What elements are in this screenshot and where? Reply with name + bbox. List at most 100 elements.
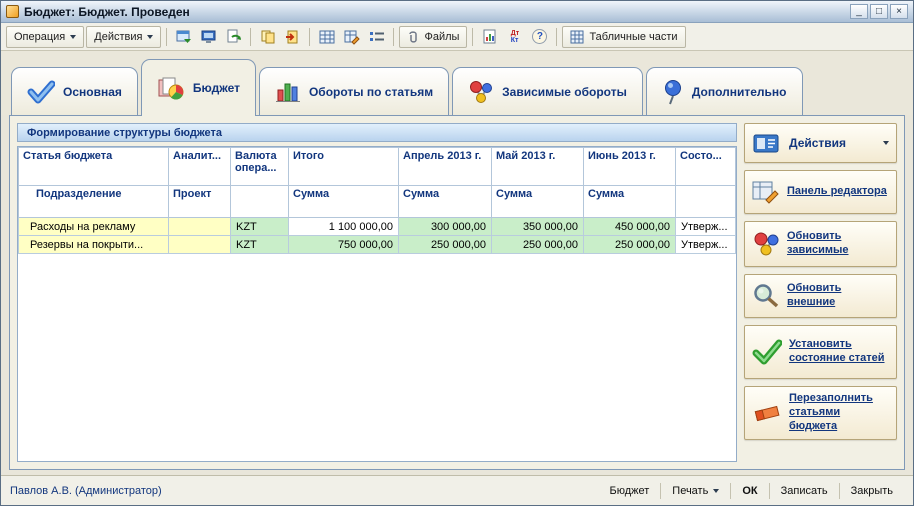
- cell-june[interactable]: 250 000,00: [584, 236, 676, 254]
- sidebar-actions-button[interactable]: Действия: [744, 123, 897, 163]
- col-header-sum-may[interactable]: Сумма: [492, 186, 584, 218]
- refresh-dependent-button[interactable]: Обновить зависимые: [744, 221, 897, 267]
- col-header-empty: [676, 186, 736, 218]
- table-icon: [319, 29, 335, 45]
- cell-june[interactable]: 450 000,00: [584, 218, 676, 236]
- sidebar-actions-label: Действия: [789, 136, 876, 150]
- tab-oboroty-po-statyam[interactable]: Обороты по статьям: [259, 67, 449, 115]
- files-label: Файлы: [424, 31, 459, 43]
- col-header-sum-june[interactable]: Сумма: [584, 186, 676, 218]
- paperclip-icon: [407, 30, 419, 44]
- list-setup-button[interactable]: [365, 26, 388, 48]
- col-header-currency[interactable]: Валюта опера...: [231, 148, 289, 186]
- budget-documents-icon: [157, 75, 185, 101]
- editor-panel-button[interactable]: Панель редактора: [744, 170, 897, 214]
- cell-status[interactable]: Утверж...: [676, 218, 736, 236]
- maximize-button[interactable]: □: [870, 4, 888, 19]
- refresh-document-button[interactable]: [222, 26, 245, 48]
- cell-may[interactable]: 350 000,00: [492, 218, 584, 236]
- table-edit-button[interactable]: [340, 26, 363, 48]
- bar-chart-icon: [275, 80, 301, 104]
- help-button[interactable]: ?: [528, 26, 551, 48]
- tab-byudzhet[interactable]: Бюджет: [141, 59, 256, 116]
- monitor-button[interactable]: [197, 26, 220, 48]
- toolbar-separator: [309, 28, 310, 46]
- col-header-total[interactable]: Итого: [289, 148, 399, 186]
- col-header-project[interactable]: Проект: [169, 186, 231, 218]
- copy-button[interactable]: [256, 26, 279, 48]
- col-header-june[interactable]: Июнь 2013 г.: [584, 148, 676, 186]
- col-header-sum-total[interactable]: Сумма: [289, 186, 399, 218]
- set-article-state-label: Установить состояние статей: [789, 338, 889, 366]
- cell-article[interactable]: Резервы на покрыти...: [19, 236, 169, 254]
- cell-april[interactable]: 250 000,00: [399, 236, 492, 254]
- magnifier-icon: [752, 283, 780, 309]
- cell-article[interactable]: Расходы на рекламу: [19, 218, 169, 236]
- titlebar: Бюджет: Бюджет. Проведен _ □ ×: [1, 1, 913, 23]
- pushpin-icon: [662, 79, 684, 105]
- col-header-subdivision[interactable]: Подразделение: [19, 186, 169, 218]
- tab-label: Бюджет: [193, 81, 240, 95]
- actions-label: Действия: [94, 31, 142, 43]
- tab-label: Дополнительно: [692, 85, 787, 99]
- actions-menu-button[interactable]: Действия: [86, 26, 161, 48]
- table-header-row-1: Статья бюджета Аналит... Валюта опера...…: [19, 148, 736, 186]
- operation-menu-button[interactable]: Операция: [6, 26, 84, 48]
- tab-dopolnitelno[interactable]: Дополнительно: [646, 67, 803, 115]
- tab-page-budget: Формирование структуры бюджета Статья бю…: [9, 115, 905, 470]
- budget-table-container[interactable]: Статья бюджета Аналит... Валюта опера...…: [17, 146, 737, 462]
- files-button[interactable]: Файлы: [399, 26, 467, 48]
- refresh-external-button[interactable]: Обновить внешние: [744, 274, 897, 318]
- refill-articles-label: Перезаполнить статьями бюджета: [789, 392, 889, 433]
- open-form-button[interactable]: [172, 26, 195, 48]
- set-article-state-button[interactable]: Установить состояние статей: [744, 325, 897, 379]
- close-button[interactable]: ×: [890, 4, 908, 19]
- refresh-dependent-label: Обновить зависимые: [787, 230, 889, 258]
- toolbar-separator: [472, 28, 473, 46]
- tab-zavisimye-oboroty[interactable]: Зависимые обороты: [452, 67, 643, 115]
- refill-articles-button[interactable]: Перезаполнить статьями бюджета: [744, 386, 897, 440]
- action-sidebar: Действия Панель редактора Обновить завис…: [744, 123, 897, 462]
- cell-status[interactable]: Утверж...: [676, 236, 736, 254]
- tabular-parts-label: Табличные части: [589, 31, 677, 43]
- paste-button[interactable]: [281, 26, 304, 48]
- minimize-button[interactable]: _: [850, 4, 868, 19]
- cell-total[interactable]: 750 000,00: [289, 236, 399, 254]
- table-row[interactable]: Резервы на покрыти... KZT 750 000,00 250…: [19, 236, 736, 254]
- cell-may[interactable]: 250 000,00: [492, 236, 584, 254]
- dtkt-icon: Дт Кт: [511, 30, 519, 44]
- main-toolbar: Операция Действия: [1, 23, 913, 51]
- table-row[interactable]: Расходы на рекламу KZT 1 100 000,00 300 …: [19, 218, 736, 236]
- operation-label: Операция: [14, 31, 65, 43]
- close-form-button[interactable]: Закрыть: [840, 483, 904, 499]
- cell-currency[interactable]: KZT: [231, 218, 289, 236]
- cell-total[interactable]: 1 100 000,00: [289, 218, 399, 236]
- ok-button[interactable]: ОК: [731, 483, 768, 499]
- cell-analytics[interactable]: [169, 218, 231, 236]
- budget-menu-button[interactable]: Бюджет: [598, 483, 660, 499]
- budget-table: Статья бюджета Аналит... Валюта опера...…: [18, 147, 736, 254]
- cell-april[interactable]: 300 000,00: [399, 218, 492, 236]
- report-button[interactable]: [478, 26, 501, 48]
- cell-currency[interactable]: KZT: [231, 236, 289, 254]
- write-button[interactable]: Записать: [770, 483, 839, 499]
- molecule-icon: [468, 80, 494, 104]
- tab-osnovnaya[interactable]: Основная: [11, 67, 138, 115]
- col-header-sum-april[interactable]: Сумма: [399, 186, 492, 218]
- tabular-parts-button[interactable]: Табличные части: [562, 26, 685, 48]
- cell-analytics[interactable]: [169, 236, 231, 254]
- copy-icon: [260, 29, 276, 45]
- col-header-april[interactable]: Апрель 2013 г.: [399, 148, 492, 186]
- table-header-row-2: Подразделение Проект Сумма Сумма Сумма С…: [19, 186, 736, 218]
- print-button[interactable]: Печать: [661, 483, 730, 499]
- col-header-status[interactable]: Состо...: [676, 148, 736, 186]
- col-header-article[interactable]: Статья бюджета: [19, 148, 169, 186]
- posting-dtkt-button[interactable]: Дт Кт: [503, 26, 526, 48]
- refresh-icon: [226, 29, 242, 45]
- table-settings-button[interactable]: [315, 26, 338, 48]
- window-icon: [176, 29, 192, 45]
- col-header-analytics[interactable]: Аналит...: [169, 148, 231, 186]
- window-title: Бюджет: Бюджет. Проведен: [24, 5, 845, 19]
- col-header-may[interactable]: Май 2013 г.: [492, 148, 584, 186]
- molecule-icon: [752, 231, 780, 257]
